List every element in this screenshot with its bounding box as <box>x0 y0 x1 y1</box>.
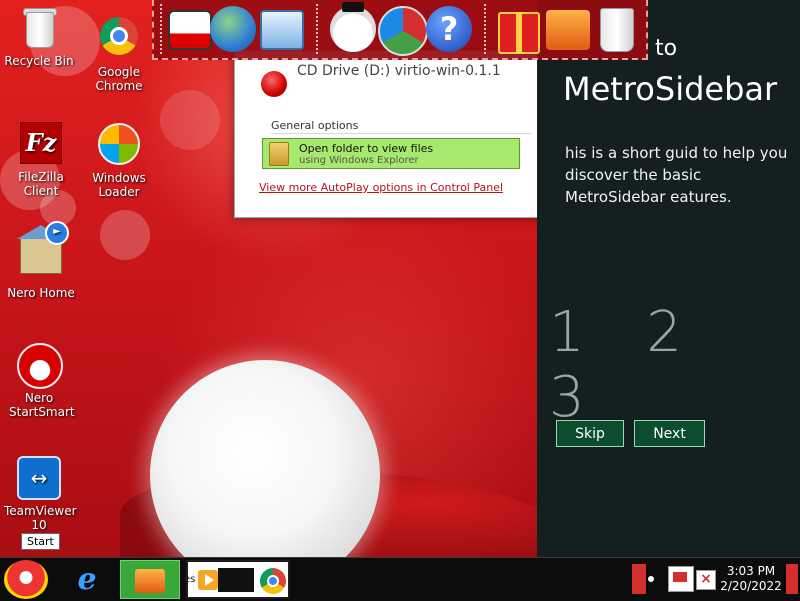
start-tooltip: Start <box>21 533 60 550</box>
taskbar-internet-explorer[interactable]: e <box>62 560 112 599</box>
partial-window-label: es <box>184 574 196 585</box>
windows-loader-icon <box>97 123 141 167</box>
windows-shield-icon[interactable] <box>378 6 428 56</box>
option-title: Open folder to view files <box>299 142 434 155</box>
top-dock: ? <box>152 0 648 60</box>
desktop-icon-label: FileZilla Client <box>18 170 64 198</box>
taskbar-file-explorer[interactable] <box>120 560 180 599</box>
control-panel-icon[interactable] <box>260 10 304 50</box>
bokeh-light <box>100 210 150 260</box>
autoplay-dialog: CD Drive (D:) virtio-win-0.1.1 General o… <box>234 50 564 218</box>
section-label: General options <box>271 119 359 132</box>
desktop-icon-teamviewer[interactable]: ↔ TeamViewer 10 <box>0 454 78 532</box>
desktop-icon-nero-home[interactable]: ► Nero Home <box>2 221 80 300</box>
recycle-bin-icon <box>17 6 61 50</box>
desktop-icon-google-chrome[interactable]: Google Chrome <box>80 14 158 93</box>
santa-hat-pompom <box>150 360 380 557</box>
trash-icon[interactable] <box>600 8 634 52</box>
desktop-icon-label: Google Chrome <box>95 65 143 93</box>
skip-button[interactable]: Skip <box>556 420 624 447</box>
guide-description: his is a short guid to help you discover… <box>565 144 788 206</box>
bokeh-light <box>160 90 220 150</box>
desktop-icon-label: TeamViewer 10 <box>4 504 77 532</box>
desktop-icon-label: Nero Home <box>7 286 75 300</box>
gift-icon[interactable] <box>498 12 540 54</box>
desktop-icon-label: Windows Loader <box>92 171 146 199</box>
start-button[interactable] <box>4 560 48 599</box>
chrome-icon <box>97 17 141 61</box>
filezilla-icon: Fz <box>19 122 63 166</box>
dock-divider <box>316 4 318 54</box>
tray-network-icon[interactable] <box>668 566 694 592</box>
step-indicator: 1 2 3 <box>549 300 705 430</box>
santa-computer-icon[interactable] <box>168 10 212 50</box>
drive-title: CD Drive (D:) virtio-win-0.1.1 <box>297 63 501 79</box>
metro-sidebar-panel: to MetroSidebar his is a short guid to h… <box>537 0 800 557</box>
open-folder-option[interactable]: Open folder to view files using Windows … <box>262 138 520 169</box>
help-icon[interactable]: ? <box>426 6 472 52</box>
dock-divider <box>160 4 162 54</box>
dock-divider <box>484 4 486 54</box>
tray-volume-muted-icon[interactable]: × <box>696 570 716 590</box>
tray-dot-icon <box>648 576 654 582</box>
desktop-icon-filezilla[interactable]: Fz FileZilla Client <box>2 120 80 198</box>
folder-icon <box>269 142 289 166</box>
tray-metro-icon[interactable] <box>632 564 646 594</box>
clock-date: 2/20/2022 <box>720 579 782 593</box>
clock-time: 3:03 PM <box>726 564 776 578</box>
taskbar: e es × 3:03 PM 2/20/2022 <box>0 557 800 601</box>
internet-explorer-icon: e <box>77 562 97 597</box>
desktop-icon-recycle-bin[interactable]: Recycle Bin <box>0 6 78 68</box>
folder-icon[interactable] <box>546 10 590 50</box>
desktop-icon-label: Recycle Bin <box>4 54 74 68</box>
nero-home-icon: ► <box>17 221 69 282</box>
system-clock[interactable]: 3:03 PM 2/20/2022 <box>720 564 782 594</box>
chrome-icon[interactable] <box>260 568 286 594</box>
cd-drive-icon <box>261 71 287 97</box>
desktop-icon-nero-startsmart[interactable]: Nero StartSmart <box>0 342 78 419</box>
snowman-icon[interactable] <box>330 2 376 52</box>
desktop-icon-label: Nero StartSmart <box>9 391 75 419</box>
media-player-icon[interactable] <box>198 570 218 590</box>
option-subtitle: using Windows Explorer <box>299 155 419 166</box>
taskbar-window-strip[interactable]: es <box>184 560 290 599</box>
nero-startsmart-icon <box>17 343 63 389</box>
window-thumbnail <box>218 568 254 592</box>
globe-network-icon[interactable] <box>210 6 256 52</box>
section-divider <box>271 133 531 134</box>
folder-icon <box>135 569 165 593</box>
guide-title-to: to <box>655 36 678 61</box>
desktop-icon-windows-loader[interactable]: Windows Loader <box>80 120 158 199</box>
show-desktop-button[interactable] <box>786 564 798 594</box>
more-autoplay-options-link[interactable]: View more AutoPlay options in Control Pa… <box>259 181 503 194</box>
guide-title: MetroSidebar <box>563 70 778 108</box>
next-button[interactable]: Next <box>634 420 705 447</box>
teamviewer-icon: ↔ <box>17 456 61 500</box>
